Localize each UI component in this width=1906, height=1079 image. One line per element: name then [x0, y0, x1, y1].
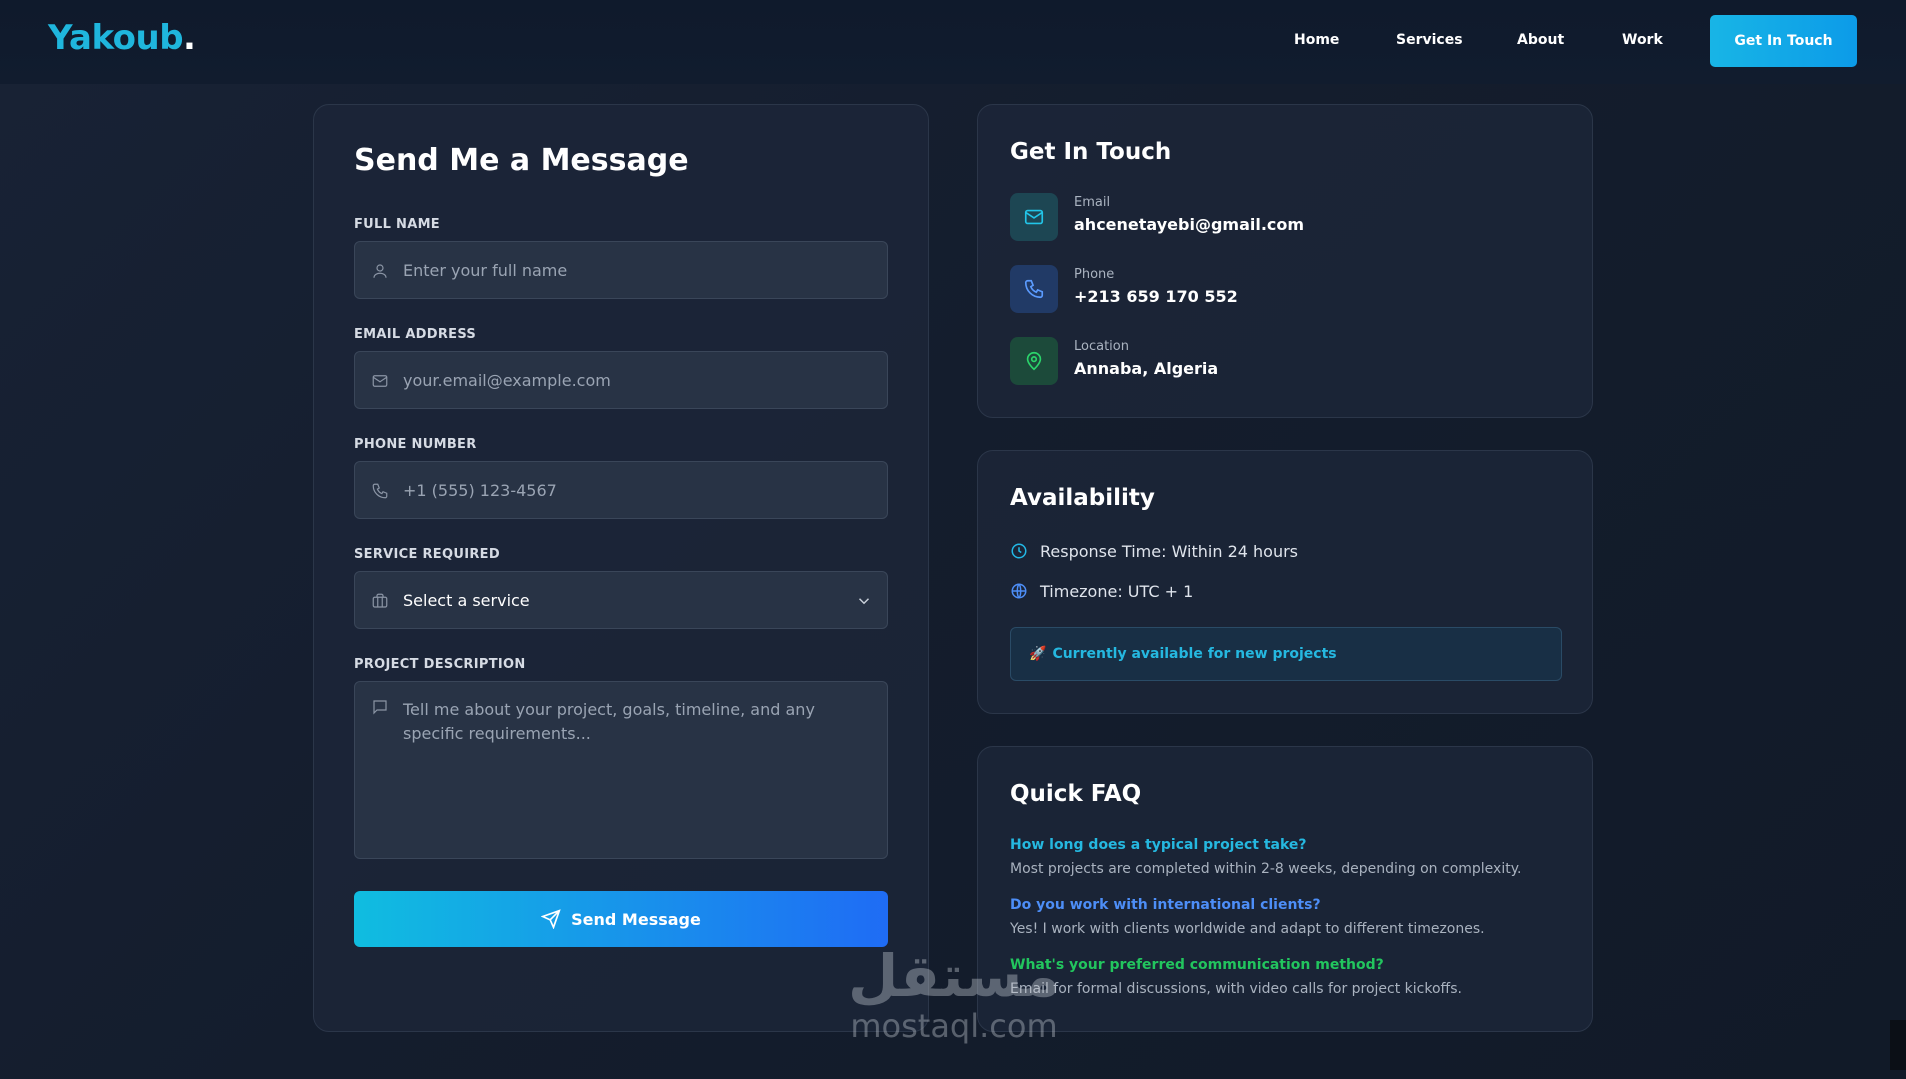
email-label: EMAIL ADDRESS	[354, 327, 477, 342]
form-title: Send Me a Message	[354, 143, 689, 178]
contact-location-value: Annaba, Algeria	[1074, 359, 1219, 378]
phone-input[interactable]: +1 (555) 123-4567	[354, 461, 888, 519]
mail-icon	[1010, 193, 1058, 241]
phone-icon	[1010, 265, 1058, 313]
faq-question-2[interactable]: Do you work with international clients?	[1010, 897, 1321, 913]
faq-question-1[interactable]: How long does a typical project take?	[1010, 837, 1307, 853]
nav-services[interactable]: Services	[1396, 32, 1463, 48]
faq-answer-1: Most projects are completed within 2-8 w…	[1010, 861, 1522, 877]
send-icon	[541, 909, 561, 929]
availability-title: Availability	[1010, 485, 1155, 511]
briefcase-icon	[372, 593, 388, 608]
contact-email-value[interactable]: ahcenetayebi@gmail.com	[1074, 215, 1304, 234]
phone-icon	[372, 483, 388, 499]
watermark-latin: mostaql.com	[850, 1007, 1058, 1045]
service-select[interactable]: Select a service	[354, 571, 888, 629]
contact-location-row: Location Annaba, Algeria	[1010, 337, 1530, 387]
faq-answer-2: Yes! I work with clients worldwide and a…	[1010, 921, 1485, 937]
availability-status-banner: 🚀 Currently available for new projects	[1010, 627, 1562, 681]
nav-about[interactable]: About	[1517, 32, 1564, 48]
contact-email-row: Email ahcenetayebi@gmail.com	[1010, 193, 1530, 243]
contact-phone-label: Phone	[1074, 267, 1115, 282]
message-form-card: Send Me a Message FULL NAME Enter your f…	[313, 104, 929, 1032]
timezone-text: Timezone: UTC + 1	[1040, 581, 1194, 601]
contact-title: Get In Touch	[1010, 139, 1172, 165]
faq-title: Quick FAQ	[1010, 781, 1142, 807]
globe-icon	[1011, 583, 1027, 599]
contact-info-card: Get In Touch Email ahcenetayebi@gmail.co…	[977, 104, 1593, 418]
side-toolbar[interactable]	[1890, 1020, 1906, 1070]
phone-label: PHONE NUMBER	[354, 437, 477, 452]
send-message-button[interactable]: Send Message	[354, 891, 888, 947]
rocket-icon: 🚀	[1029, 646, 1047, 662]
service-label: SERVICE REQUIRED	[354, 547, 500, 562]
response-time-row: Response Time: Within 24 hours	[1010, 540, 1298, 562]
availability-card: Availability Response Time: Within 24 ho…	[977, 450, 1593, 714]
service-selected-value: Select a service	[403, 591, 530, 610]
contact-location-label: Location	[1074, 339, 1129, 354]
watermark-arabic: مستقل	[847, 942, 1061, 1010]
navbar: Yakoub. Home Services About Work Get In …	[0, 0, 1906, 84]
response-time-text: Response Time: Within 24 hours	[1040, 541, 1298, 561]
brand-logo[interactable]: Yakoub.	[48, 18, 196, 58]
description-label: PROJECT DESCRIPTION	[354, 657, 526, 672]
send-message-label: Send Message	[571, 909, 701, 929]
nav-work[interactable]: Work	[1622, 32, 1663, 48]
brand-dot: .	[183, 18, 196, 58]
timezone-row: Timezone: UTC + 1	[1010, 580, 1193, 602]
phone-placeholder: +1 (555) 123-4567	[403, 481, 557, 500]
mostaql-watermark: مستقل mostaql.com	[834, 944, 1074, 1056]
clock-icon	[1011, 543, 1027, 559]
mail-icon	[372, 375, 388, 387]
chevron-down-icon	[858, 598, 870, 605]
email-placeholder: your.email@example.com	[403, 371, 611, 390]
message-square-icon	[373, 700, 387, 715]
contact-email-label: Email	[1074, 195, 1111, 210]
contact-phone-value[interactable]: +213 659 170 552	[1074, 287, 1238, 306]
user-icon	[373, 264, 387, 278]
full-name-input[interactable]: Enter your full name	[354, 241, 888, 299]
contact-phone-row: Phone +213 659 170 552	[1010, 265, 1530, 315]
availability-status-text: Currently available for new projects	[1052, 646, 1337, 662]
email-input[interactable]: your.email@example.com	[354, 351, 888, 409]
nav-home[interactable]: Home	[1294, 32, 1339, 48]
description-textarea[interactable]: Tell me about your project, goals, timel…	[354, 681, 888, 859]
full-name-label: FULL NAME	[354, 217, 440, 232]
map-pin-icon	[1010, 337, 1058, 385]
faq-answer-3: Email for formal discussions, with video…	[1010, 981, 1462, 997]
get-in-touch-button[interactable]: Get In Touch	[1710, 15, 1857, 67]
description-placeholder: Tell me about your project, goals, timel…	[403, 700, 815, 743]
brand-name: Yakoub	[48, 18, 184, 58]
full-name-placeholder: Enter your full name	[403, 261, 568, 280]
